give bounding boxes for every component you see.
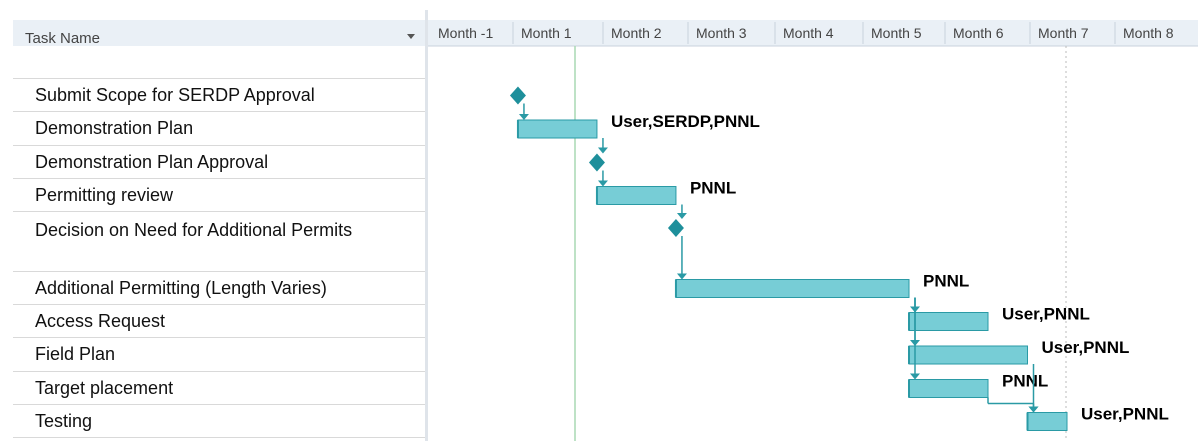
month-label: Month 1 [521, 25, 572, 41]
task-bar [908, 312, 989, 331]
dependency-arrowhead [676, 213, 687, 219]
gantt-view: Task Name Submit Scope for SERDP Approva… [0, 0, 1198, 441]
resource-label: PNNL [923, 272, 969, 291]
month-label: Month 4 [783, 25, 834, 41]
resource-label: PNNL [690, 179, 736, 198]
dependency-arrowhead [597, 147, 608, 154]
month-label: Month 8 [1123, 25, 1174, 41]
task-bar [517, 119, 598, 139]
resource-label: User,PNNL [1042, 338, 1130, 357]
dependency-arrowhead [1028, 406, 1039, 413]
month-label: Month 3 [696, 25, 747, 41]
task-bar [596, 186, 677, 205]
resource-label: PNNL [1002, 372, 1048, 391]
resource-label: User,PNNL [1081, 405, 1169, 424]
milestone-diamond [588, 153, 605, 172]
month-label: Month 6 [953, 25, 1004, 41]
dependency-arrowhead [597, 180, 608, 187]
dependency-arrowhead [676, 273, 687, 280]
gantt-chart: Month -1 Month 1 Month 2 Month 3 Month 4 Mont… [428, 20, 1198, 441]
dependency-arrowhead [910, 373, 920, 380]
resource-label: User,SERDP,PNNL [611, 112, 760, 131]
task-bar [908, 379, 989, 398]
month-label: Month 7 [1038, 25, 1089, 41]
task-bar [675, 279, 910, 298]
resource-label: User,PNNL [1002, 305, 1090, 324]
month-label: Month -1 [438, 25, 493, 41]
task-bar [1027, 412, 1068, 431]
milestone-diamond [667, 219, 684, 237]
dependency-arrowhead [518, 114, 529, 120]
month-label: Month 5 [871, 25, 922, 41]
task-bar [908, 345, 1028, 365]
month-label: Month 2 [611, 25, 662, 41]
milestone-diamond [509, 86, 526, 105]
